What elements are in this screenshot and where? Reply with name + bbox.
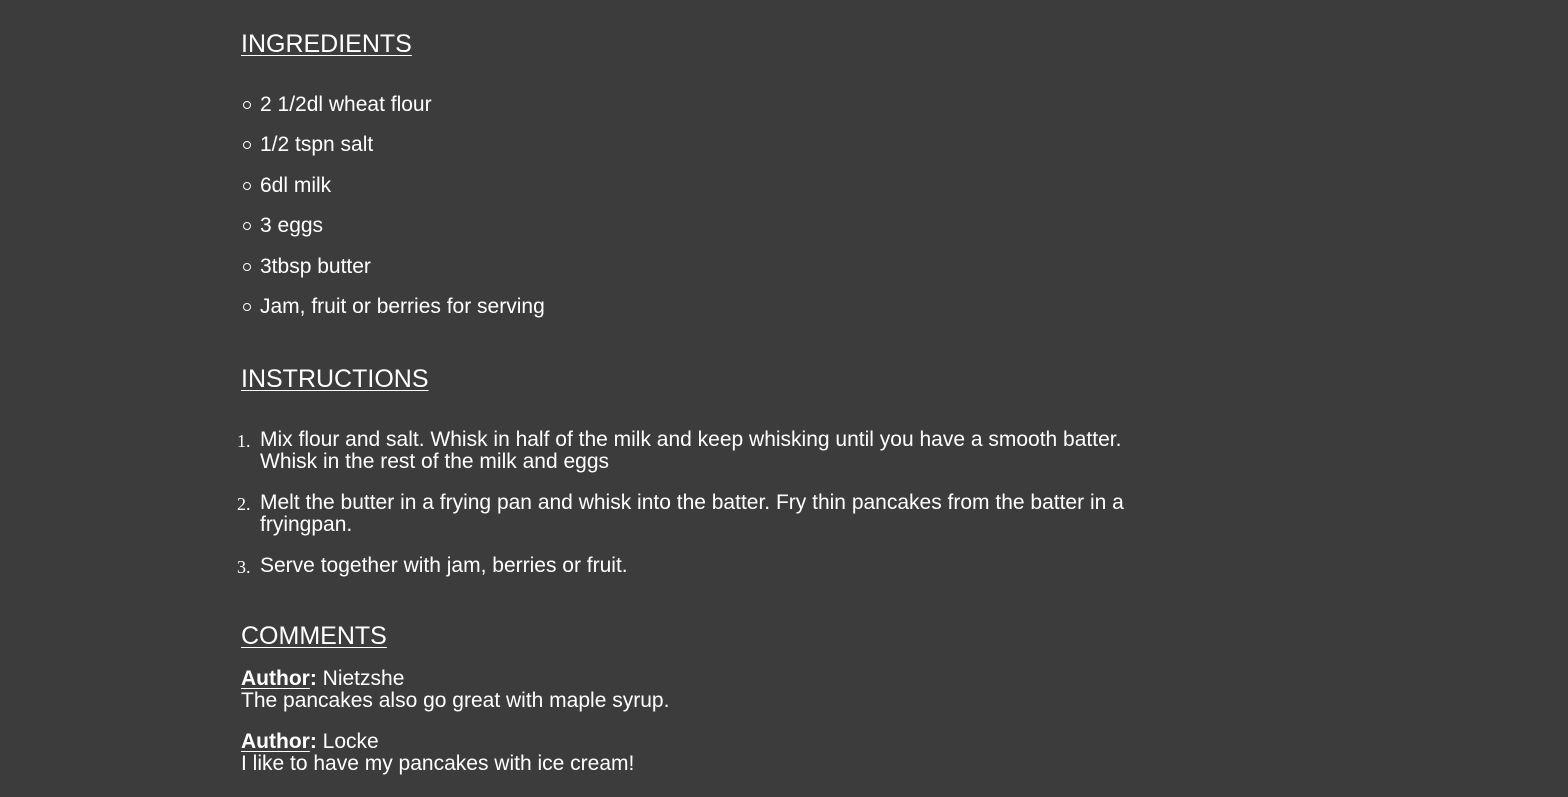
ingredient-text: 2 1/2dl wheat flour (260, 93, 432, 116)
instructions-list: 1. Mix flour and salt. Whisk in half of t… (237, 428, 1161, 596)
circle-bullet-icon (243, 222, 251, 231)
comment-text: The pancakes also go great with maple sy… (241, 689, 670, 712)
instruction-step: 1. Mix flour and salt. Whisk in half of t… (237, 428, 1161, 473)
ingredient-item: 3tbsp butter (241, 254, 545, 280)
ingredient-item: 6dl milk (241, 173, 545, 199)
ingredient-item: 1/2 tspn salt (241, 132, 545, 158)
ingredient-text: 6dl milk (260, 173, 332, 197)
author-label: Author (241, 667, 310, 690)
author-name: Nietzshe (322, 667, 405, 690)
author-label: Author (241, 730, 310, 753)
instructions-heading: INSTRUCTIONS (241, 365, 429, 393)
instruction-step: 3. Serve together with jam, berries or fr… (237, 554, 1161, 578)
comments-list: Author: Nietzshe The pancakes also go gr… (241, 668, 669, 794)
ingredients-list: 2 1/2dl wheat flour 1/2 tspn salt 6dl mi… (241, 92, 545, 334)
comment: Author: Locke I like to have my pancakes… (241, 731, 669, 775)
step-text: Mix flour and salt. Whisk in half of the… (260, 428, 1122, 473)
comment-author-line: Author: Nietzshe (241, 667, 405, 690)
step-text: Serve together with jam, berries or frui… (260, 554, 628, 577)
comments-heading: COMMENTS (241, 622, 387, 650)
ingredient-text: 3 eggs (260, 214, 324, 238)
step-number: 2. (237, 494, 251, 514)
ingredient-item: 3 eggs (241, 213, 545, 239)
step-number: 1. (237, 431, 251, 451)
ingredient-item: 2 1/2dl wheat flour (241, 92, 545, 118)
comment-author-line: Author: Locke (241, 730, 379, 753)
ingredients-heading: INGREDIENTS (241, 30, 412, 58)
circle-bullet-icon (243, 101, 251, 109)
comment: Author: Nietzshe The pancakes also go gr… (241, 668, 669, 712)
comment-text: I like to have my pancakes with ice crea… (241, 752, 635, 775)
author-name: Locke (322, 730, 379, 753)
ingredient-text: Jam, fruit or berries for serving (260, 294, 545, 318)
step-number: 3. (237, 557, 251, 577)
circle-bullet-icon (243, 302, 251, 311)
instruction-step: 2. Melt the butter in a frying pan and wh… (237, 491, 1161, 536)
circle-bullet-icon (243, 141, 251, 150)
step-text: Melt the butter in a frying pan and whis… (260, 491, 1124, 536)
ingredient-text: 3tbsp butter (260, 254, 371, 278)
circle-bullet-icon (243, 181, 251, 190)
ingredient-item: Jam, fruit or berries for serving (241, 294, 545, 320)
ingredient-text: 1/2 tspn salt (260, 133, 374, 157)
circle-bullet-icon (243, 262, 251, 271)
